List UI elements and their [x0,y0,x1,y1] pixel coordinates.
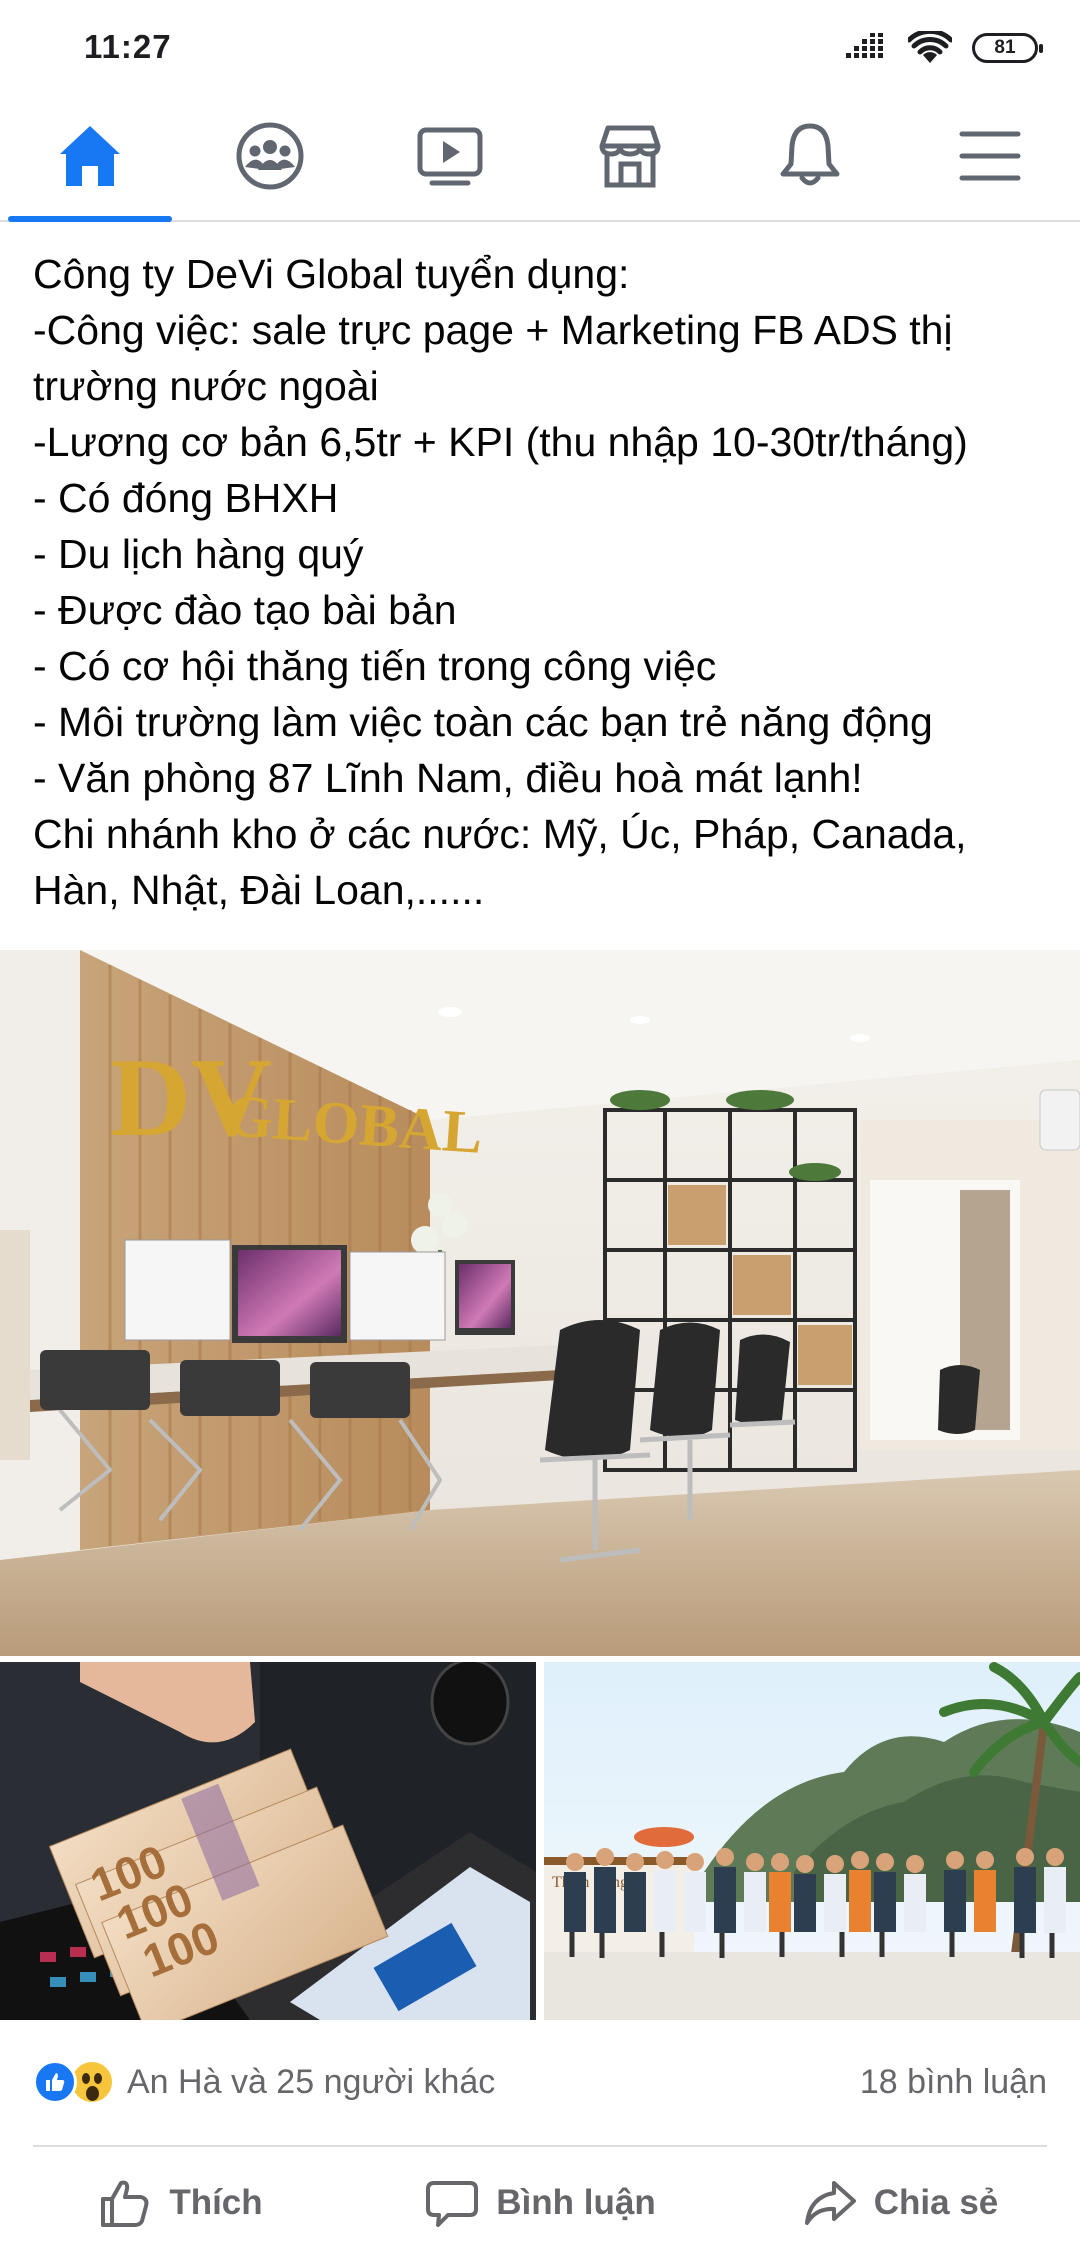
post-line: Công ty DeVi Global tuyển dụng: [33,251,630,297]
wifi-icon [908,31,952,63]
top-nav [0,92,1080,222]
active-tab-indicator [8,216,172,222]
reaction-names[interactable]: An Hà và 25 người khác [127,2063,495,2102]
post-line: -Lương cơ bản 6,5tr + KPI (thu nhập 10-3… [33,419,968,465]
post-line: - Môi trường làm việc toàn các bạn trẻ n… [33,699,933,745]
tab-marketplace[interactable] [540,92,720,220]
hamburger-menu-icon [959,131,1021,181]
like-label: Thích [169,2183,263,2222]
tab-groups[interactable] [180,92,360,220]
like-reaction-icon [33,2060,77,2104]
home-icon [60,126,120,186]
store-icon [599,125,661,188]
thumbs-up-icon [101,2180,149,2227]
post-line: Chi nhánh kho ở các nước: Mỹ, Úc, Pháp, … [33,811,967,857]
post-image-group-travel[interactable]: Thiên Cung [544,1662,1080,2020]
status-bar: 11:27 81 [0,0,1080,92]
comment-icon [426,2181,479,2227]
battery-level: 81 [994,37,1016,58]
signal-icon [846,33,883,58]
bell-icon [780,123,840,186]
share-icon [804,2181,856,2225]
post-image-office[interactable]: DV GLOBAL [0,950,1080,1656]
tab-menu[interactable] [900,92,1080,220]
tab-watch[interactable] [360,92,540,220]
post-line: - Có cơ hội thăng tiến trong công việc [33,643,717,689]
status-icons: 81 [846,30,1043,66]
comment-label: Bình luận [496,2183,656,2222]
battery-icon: 81 [972,33,1043,63]
groups-icon [236,122,304,190]
like-button[interactable]: Thích [0,2158,360,2248]
post-line: trường nước ngoài [33,363,379,409]
status-time: 11:27 [84,28,172,65]
share-button[interactable]: Chia sẻ [720,2158,1080,2248]
actions-divider [33,2145,1047,2147]
post-image-money[interactable]: 100 100 100 [0,1662,536,2020]
post-line: - Được đào tạo bài bản [33,587,457,633]
post-text: Công ty DeVi Global tuyển dụng: -Công vi… [33,246,1053,918]
post-line: - Du lịch hàng quý [33,531,364,577]
tab-notifications[interactable] [720,92,900,220]
share-label: Chia sẻ [873,2183,999,2222]
post-line: - Văn phòng 87 Lĩnh Nam, điều hoà mát lạ… [33,755,863,801]
comment-count[interactable]: 18 bình luận [860,2063,1047,2102]
video-icon [417,127,483,186]
reaction-icons[interactable] [33,2059,115,2105]
tab-home[interactable] [0,92,180,222]
boat-label: Thiên Cung [552,1874,628,1891]
post-line: Hàn, Nhật, Đài Loan,...... [33,867,485,913]
post-line: -Công việc: sale trực page + Marketing F… [33,307,953,353]
post-line: - Có đóng BHXH [33,475,339,521]
post-actions: Thích Bình luận Chia sẻ [0,2158,1080,2248]
comment-button[interactable]: Bình luận [360,2158,720,2248]
reactions-bar: An Hà và 25 người khác 18 bình luận [33,2052,1047,2112]
